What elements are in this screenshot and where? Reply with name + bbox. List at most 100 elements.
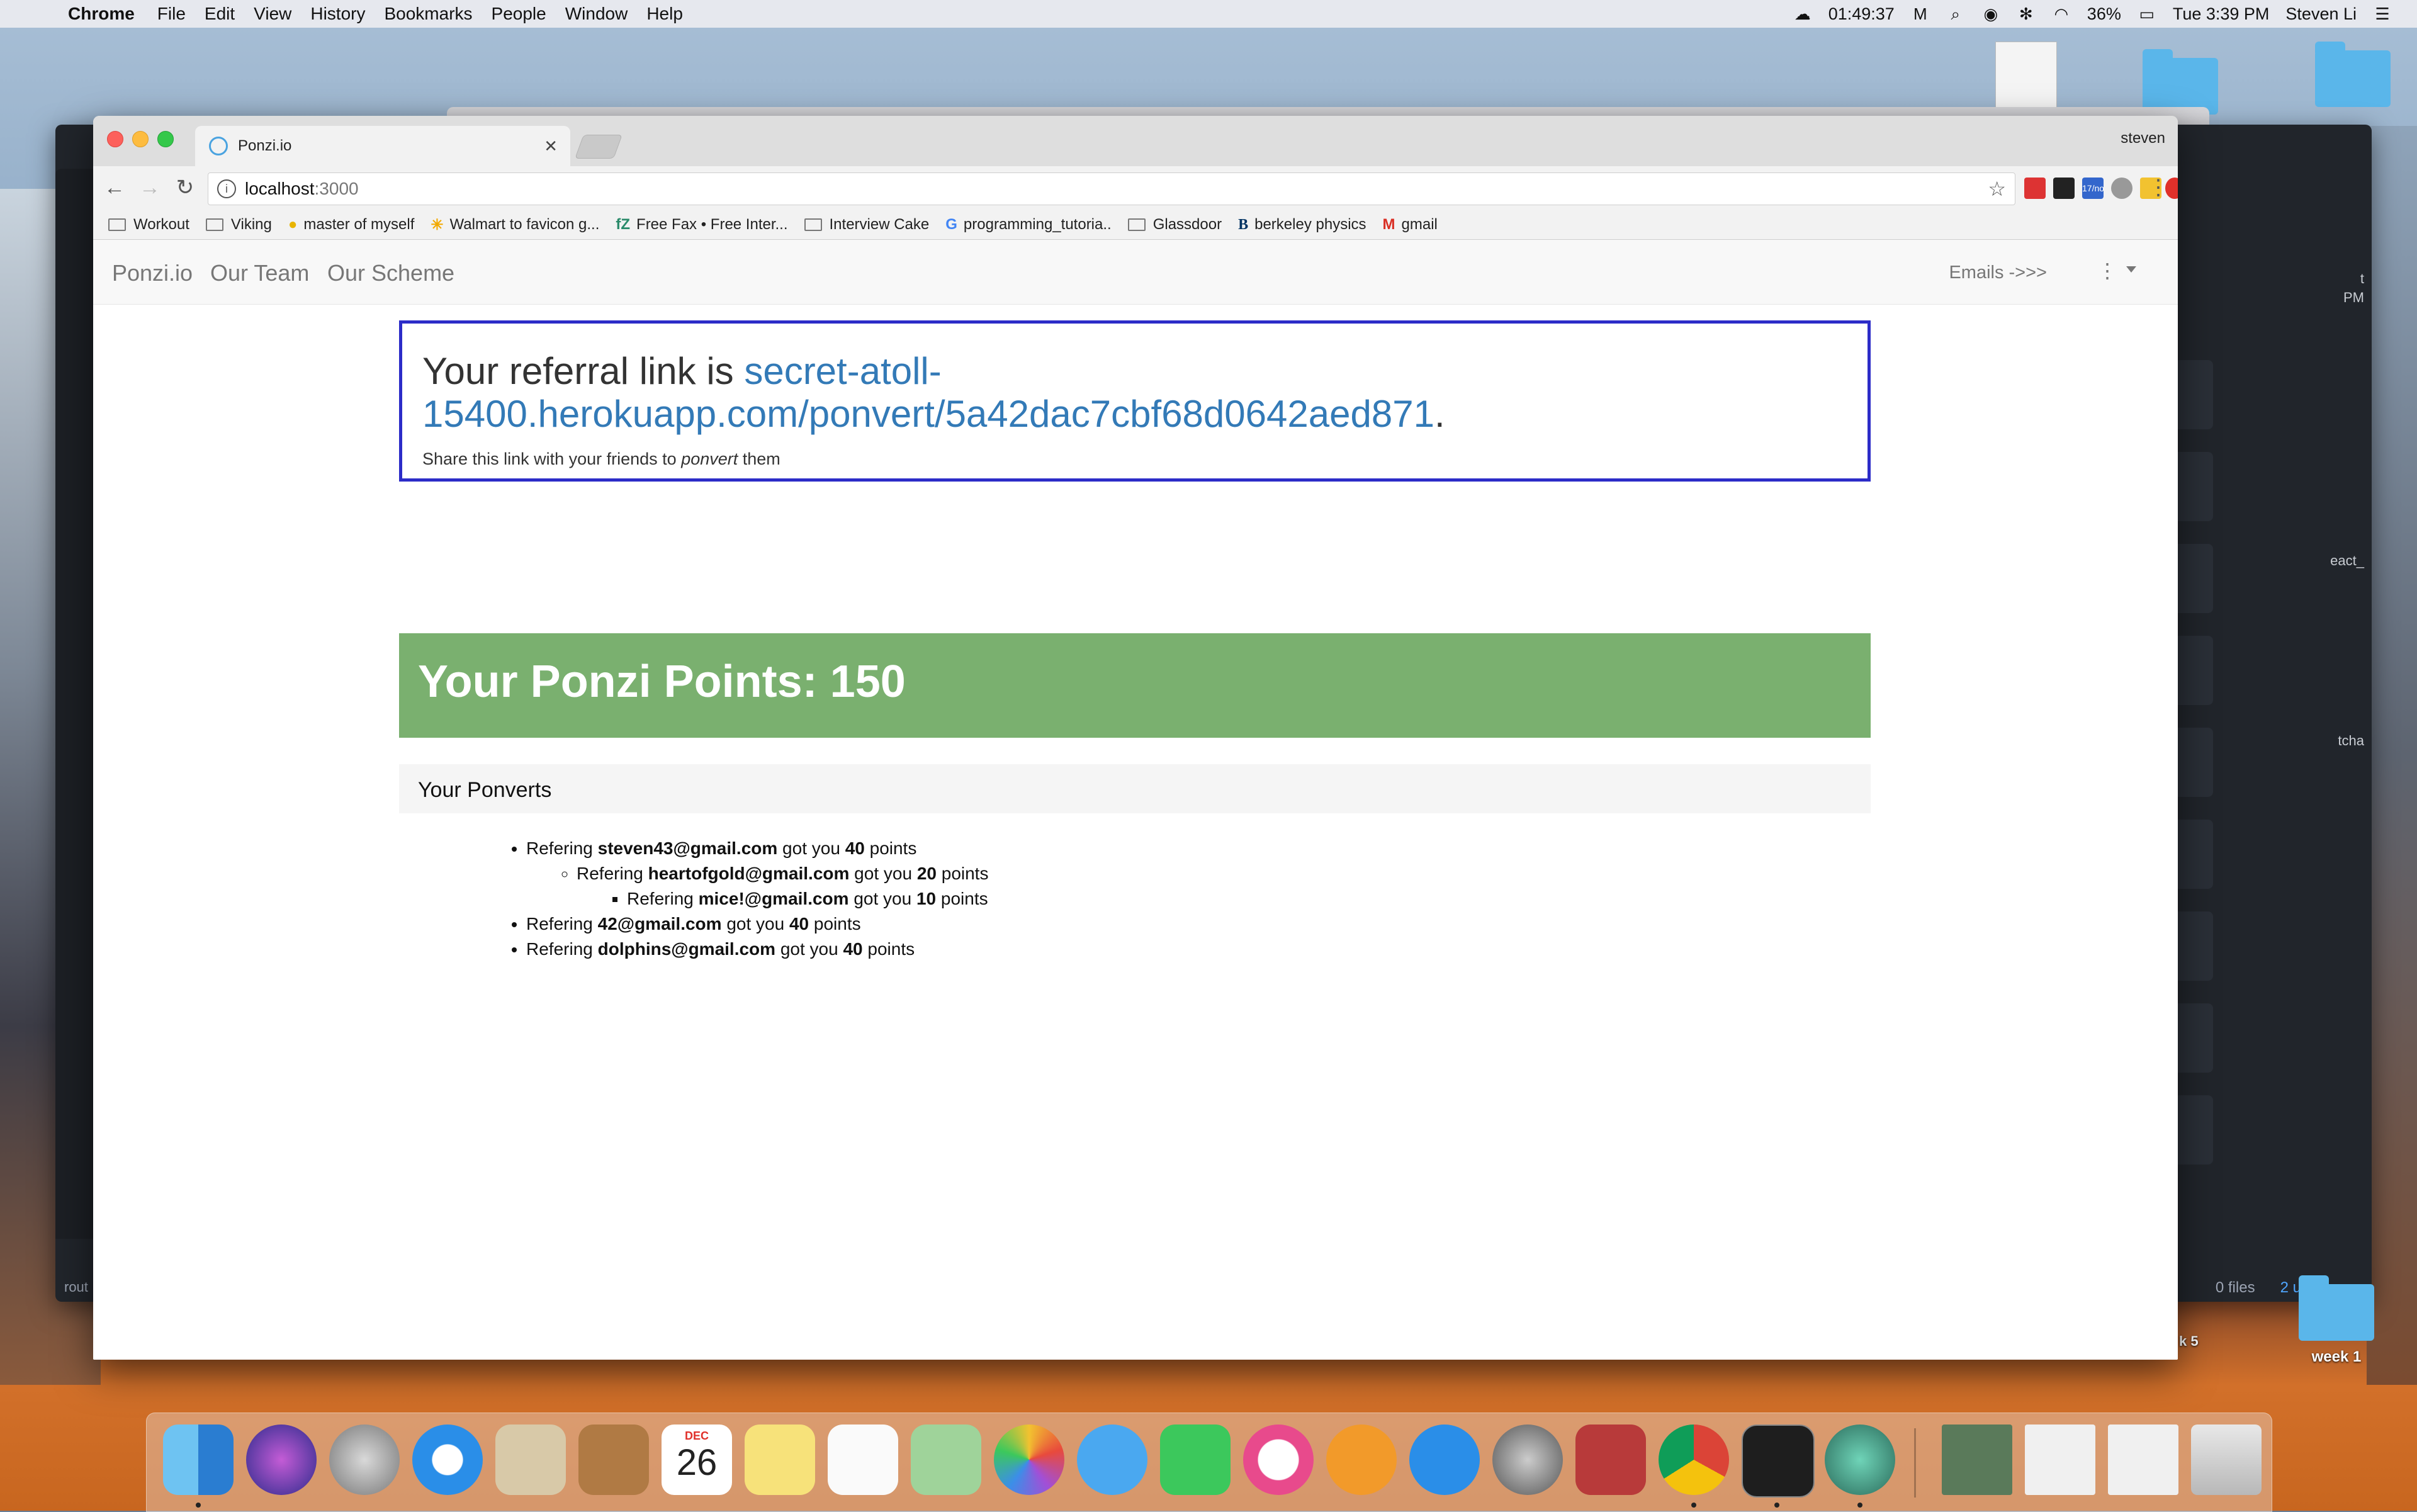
points-word: points — [936, 864, 989, 883]
menu-help[interactable]: Help — [646, 4, 683, 24]
menu-window[interactable]: Window — [565, 4, 628, 24]
ponverts-sublist: Refering heartofgold@gmail.com got you 2… — [526, 861, 988, 911]
clock[interactable]: Tue 3:39 PM — [2173, 4, 2270, 24]
finder-icon[interactable] — [163, 1425, 234, 1495]
bookmark-walmart[interactable]: ✳ Walmart to favicon g... — [431, 216, 599, 234]
menu-app-name[interactable]: Chrome — [68, 4, 135, 24]
gmail-icon: M — [1382, 216, 1395, 233]
siri-icon[interactable] — [246, 1425, 317, 1495]
back-arrow-icon[interactable]: ← — [102, 175, 127, 200]
photo-booth-icon[interactable] — [1575, 1425, 1646, 1495]
bookmark-star-icon[interactable]: ☆ — [1988, 177, 2006, 201]
menu-history[interactable]: History — [310, 4, 365, 24]
site-brand[interactable]: Ponzi.io — [112, 260, 193, 286]
zoom-window-button[interactable] — [157, 131, 174, 147]
bookmark-free-fax[interactable]: fZ Free Fax • Free Inter... — [616, 216, 787, 234]
chevron-down-icon[interactable] — [2126, 266, 2136, 273]
nav-our-team[interactable]: Our Team — [210, 260, 309, 286]
extension-bug-icon[interactable] — [2111, 178, 2132, 199]
bookmark-workout[interactable]: Workout — [108, 216, 189, 234]
timer-readout[interactable]: 01:49:37 — [1828, 4, 1895, 24]
messages-icon[interactable] — [1077, 1425, 1147, 1495]
minimized-photo-thumbnail[interactable] — [1942, 1425, 2012, 1495]
terminal-icon[interactable] — [1742, 1425, 1815, 1498]
close-window-button[interactable] — [107, 131, 123, 147]
got-you-text: got you — [849, 864, 917, 883]
user-name[interactable]: Steven Li — [2285, 4, 2357, 24]
emails-link[interactable]: Emails ->>> — [1949, 262, 2047, 283]
battery-percent[interactable]: 36% — [2087, 4, 2121, 24]
side-label-t: t — [2360, 271, 2364, 286]
maps-icon[interactable] — [911, 1425, 981, 1495]
safari-icon[interactable] — [412, 1425, 483, 1495]
ponvert-email: 42@gmail.com — [597, 914, 722, 934]
ponvert-item: Refering heartofgold@gmail.com got you 2… — [577, 861, 988, 911]
extension-columns-icon[interactable] — [2053, 178, 2075, 199]
desktop-document-thumbnail[interactable] — [1995, 42, 2057, 112]
contacts-icon[interactable] — [578, 1425, 649, 1495]
bookmark-label: gmail — [1401, 216, 1438, 233]
trash-icon[interactable] — [2191, 1425, 2262, 1495]
chrome-titlebar[interactable]: Ponzi.io ✕ steven — [93, 116, 2178, 166]
facetime-icon[interactable] — [1160, 1425, 1231, 1495]
calendar-icon[interactable]: DEC 26 — [662, 1425, 732, 1495]
minimize-window-button[interactable] — [132, 131, 149, 147]
bookmark-interview-cake[interactable]: Interview Cake — [804, 216, 929, 234]
nav-our-scheme[interactable]: Our Scheme — [327, 260, 454, 286]
atom-icon[interactable] — [1825, 1425, 1895, 1495]
bookmark-gmail[interactable]: Mgmail — [1383, 216, 1438, 234]
spotlight-search-icon[interactable]: ⌕ — [1946, 4, 1965, 23]
launchpad-icon[interactable] — [329, 1425, 400, 1495]
share-prefix: Share this link with your friends to — [422, 449, 682, 468]
desktop-folder-2[interactable] — [2315, 42, 2391, 107]
chrome-icon[interactable] — [1659, 1425, 1729, 1495]
referral-link-part-2: 15400.herokuapp.com/ponvert/5a42dac7cbf6… — [422, 393, 1434, 435]
minimized-window-thumbnail[interactable] — [2108, 1425, 2178, 1495]
menu-edit[interactable]: Edit — [205, 4, 235, 24]
system-preferences-icon[interactable] — [1492, 1425, 1563, 1495]
battery-icon[interactable]: ▭ — [2138, 4, 2156, 23]
files-count[interactable]: 0 files — [2216, 1279, 2255, 1297]
menu-file[interactable]: File — [157, 4, 186, 24]
app-store-icon[interactable] — [1409, 1425, 1480, 1495]
bookmark-viking[interactable]: Viking — [205, 216, 272, 234]
bluetooth-icon[interactable]: ✻ — [2017, 4, 2036, 23]
wifi-icon[interactable]: ◠ — [2052, 4, 2071, 23]
desktop-folder-week-1[interactable]: week 1 — [2299, 1275, 2374, 1366]
bookmark-programming[interactable]: Gprogramming_tutoria.. — [945, 216, 1111, 234]
itunes-icon[interactable] — [1243, 1425, 1314, 1495]
bookmark-label: Free Fax • Free Inter... — [636, 216, 788, 233]
desktop-folder-1[interactable] — [2143, 49, 2218, 115]
bookmark-master-of-myself[interactable]: ● master of myself — [288, 216, 415, 234]
menu-people[interactable]: People — [492, 4, 546, 24]
chrome-menu-icon[interactable]: ⋮ — [2148, 175, 2169, 200]
bookmark-glassdoor[interactable]: Glassdoor — [1127, 216, 1222, 234]
notes-icon[interactable] — [745, 1425, 815, 1495]
menu-view[interactable]: View — [254, 4, 291, 24]
menu-bookmarks[interactable]: Bookmarks — [384, 4, 472, 24]
reload-icon[interactable]: ↻ — [172, 175, 198, 200]
reminders-icon[interactable] — [828, 1425, 898, 1495]
navbar-more-icon[interactable]: ⋮ — [2097, 259, 2117, 283]
site-info-icon[interactable]: i — [217, 179, 236, 198]
notification-center-icon[interactable]: ☰ — [2373, 4, 2392, 23]
siri-icon[interactable]: ◉ — [1981, 4, 2000, 23]
tab-close-icon[interactable]: ✕ — [544, 137, 558, 156]
ponvert-item: Refering mice!@gmail.com got you 10 poin… — [627, 886, 988, 911]
bookmark-berkeley-physics[interactable]: Bberkeley physics — [1238, 216, 1366, 234]
malwarebytes-icon[interactable]: M — [1911, 4, 1930, 23]
profile-button[interactable]: steven — [2121, 130, 2165, 147]
tab-ponzi[interactable]: Ponzi.io ✕ — [195, 126, 570, 166]
cloud-upload-icon[interactable]: ☁ — [1793, 4, 1812, 23]
ibooks-icon[interactable] — [1326, 1425, 1397, 1495]
running-indicator — [1691, 1503, 1696, 1508]
extension-badge-icon[interactable]: 17/no — [2082, 178, 2104, 199]
bookmark-label: Workout — [133, 216, 189, 233]
forward-arrow-icon[interactable]: → — [137, 175, 162, 200]
photos-icon[interactable] — [994, 1425, 1064, 1495]
minimized-window-thumbnail[interactable] — [2025, 1425, 2095, 1495]
address-bar[interactable]: i localhost:3000 ☆ — [208, 172, 2015, 205]
extension-calendar-icon[interactable] — [2024, 178, 2046, 199]
mail-icon[interactable] — [495, 1425, 566, 1495]
new-tab-button[interactable] — [575, 135, 623, 159]
